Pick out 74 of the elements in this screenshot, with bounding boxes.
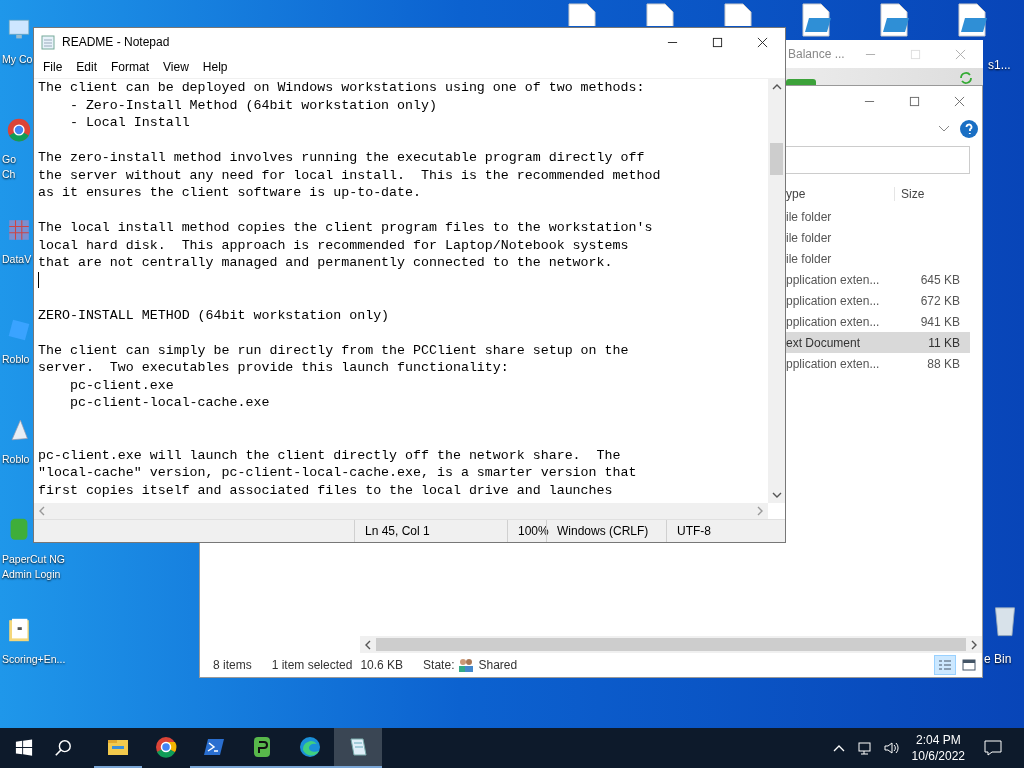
scroll-down-icon[interactable] <box>771 491 782 499</box>
status-text: Windows (CRLF) <box>546 520 666 542</box>
scrollbar-thumb[interactable] <box>770 143 783 175</box>
help-icon[interactable] <box>960 120 978 138</box>
text-line: The zero-install method involves running the executable program directly off <box>38 149 645 167</box>
menu-item[interactable]: Help <box>195 60 235 74</box>
menu-item[interactable]: View <box>156 60 196 74</box>
icon-label: e Bin <box>984 652 1012 666</box>
scroll-up-icon[interactable] <box>771 83 782 91</box>
notification-icon[interactable] <box>984 740 1002 756</box>
status-text: Ln 45, Col 1 <box>354 520 507 542</box>
text-line: that are not centrally managed and permanently connected to the network. <box>38 254 613 272</box>
window-title: README - Notepad <box>62 35 170 49</box>
text-line: server. Two executables provide this launch functionality: <box>38 359 509 377</box>
file-row[interactable]: ile folder <box>786 206 970 227</box>
search-icon[interactable] <box>54 739 72 757</box>
icon-label: Go <box>2 152 16 167</box>
menu-item[interactable]: Format <box>104 60 157 74</box>
text-line: pc-client.exe <box>68 376 174 394</box>
column-header[interactable]: ype <box>786 187 894 201</box>
text-line: - Zero-Install Method (64bit workstation only) <box>68 96 437 114</box>
vertical-scrollbar[interactable] <box>768 79 785 503</box>
text-line: The client can be deployed on Windows workstations using one of two methods: <box>38 79 645 97</box>
scrollbar-thumb[interactable] <box>376 638 966 651</box>
users-icon <box>458 658 475 672</box>
windows-start-icon[interactable] <box>15 739 33 757</box>
file-row[interactable]: pplication exten... 672 KB <box>786 290 970 311</box>
text-line: local hard disk. This approach is recommended for Laptop/Notebook systems <box>38 236 629 254</box>
text-line: the server without any need for local install. This is the recommended method <box>38 166 661 184</box>
text-line: The client can simply be run directly from the PCClient share setup on the <box>38 341 629 359</box>
icon-label: My Co <box>2 52 33 67</box>
window-title: Balance ... <box>788 47 845 61</box>
icon-label: Roblo <box>2 352 30 367</box>
taskbar-app-button[interactable] <box>334 728 382 768</box>
icon-label: DataV <box>2 252 32 267</box>
file-row[interactable]: pplication exten... 941 KB <box>786 311 970 332</box>
menu-item[interactable]: Edit <box>69 60 105 74</box>
chevron-icon[interactable] <box>938 125 950 133</box>
clock[interactable]: 2:04 PM 10/6/2022 <box>911 732 965 764</box>
network-icon[interactable] <box>856 741 873 755</box>
text-line: The local install method copies the client program files to the workstation's <box>38 219 653 237</box>
text-line: pc-client.exe will launch the client directly off the network share. The <box>38 446 621 464</box>
file-row[interactable]: ile folder <box>786 248 970 269</box>
notepad-icon <box>40 34 56 50</box>
file-row[interactable]: pplication exten... 645 KB <box>786 269 970 290</box>
icon-label: Admin Login <box>2 567 61 582</box>
icon-label: Roblo <box>2 452 30 467</box>
icon-label: s1... <box>988 58 1011 72</box>
horizontal-scrollbar[interactable] <box>360 636 982 653</box>
text-line: "local-cache" version, pc-client-local-cache.exe, is a smarter version that <box>38 464 637 482</box>
file-row[interactable]: pplication exten... 88 KB <box>786 353 970 374</box>
text-line: ZERO-INSTALL METHOD (64bit workstation only) <box>38 306 390 324</box>
status-text: Shared <box>478 658 518 672</box>
status-text: State: <box>423 658 455 672</box>
volume-icon[interactable] <box>882 741 899 755</box>
text-line: - Local Install <box>68 114 190 132</box>
text-cursor <box>38 272 39 288</box>
search-field[interactable] <box>784 146 970 174</box>
file-row[interactable]: ile folder <box>786 227 970 248</box>
text-line: as it ensures the client software is up-to-date. <box>38 184 421 202</box>
status-text: 8 items <box>213 658 252 672</box>
icon-label: Scoring+En... <box>2 652 66 667</box>
icon-label: Ch <box>2 167 16 182</box>
status-text: 10.6 KB <box>360 658 404 672</box>
file-row[interactable]: ext Document 11 KB <box>786 332 970 353</box>
browser-icon <box>154 735 178 759</box>
column-header[interactable]: Size <box>894 187 967 201</box>
menu-item[interactable]: File <box>36 60 70 74</box>
text-line: first copies itself and associated files to the local drive and launches <box>38 481 613 499</box>
status-text: 1 item selected <box>271 658 353 672</box>
icon-label: PaperCut NG <box>2 552 66 567</box>
browser-icon <box>298 735 322 759</box>
text-line: pc-client-local-cache.exe <box>68 394 270 412</box>
status-text: UTF-8 <box>666 520 756 542</box>
